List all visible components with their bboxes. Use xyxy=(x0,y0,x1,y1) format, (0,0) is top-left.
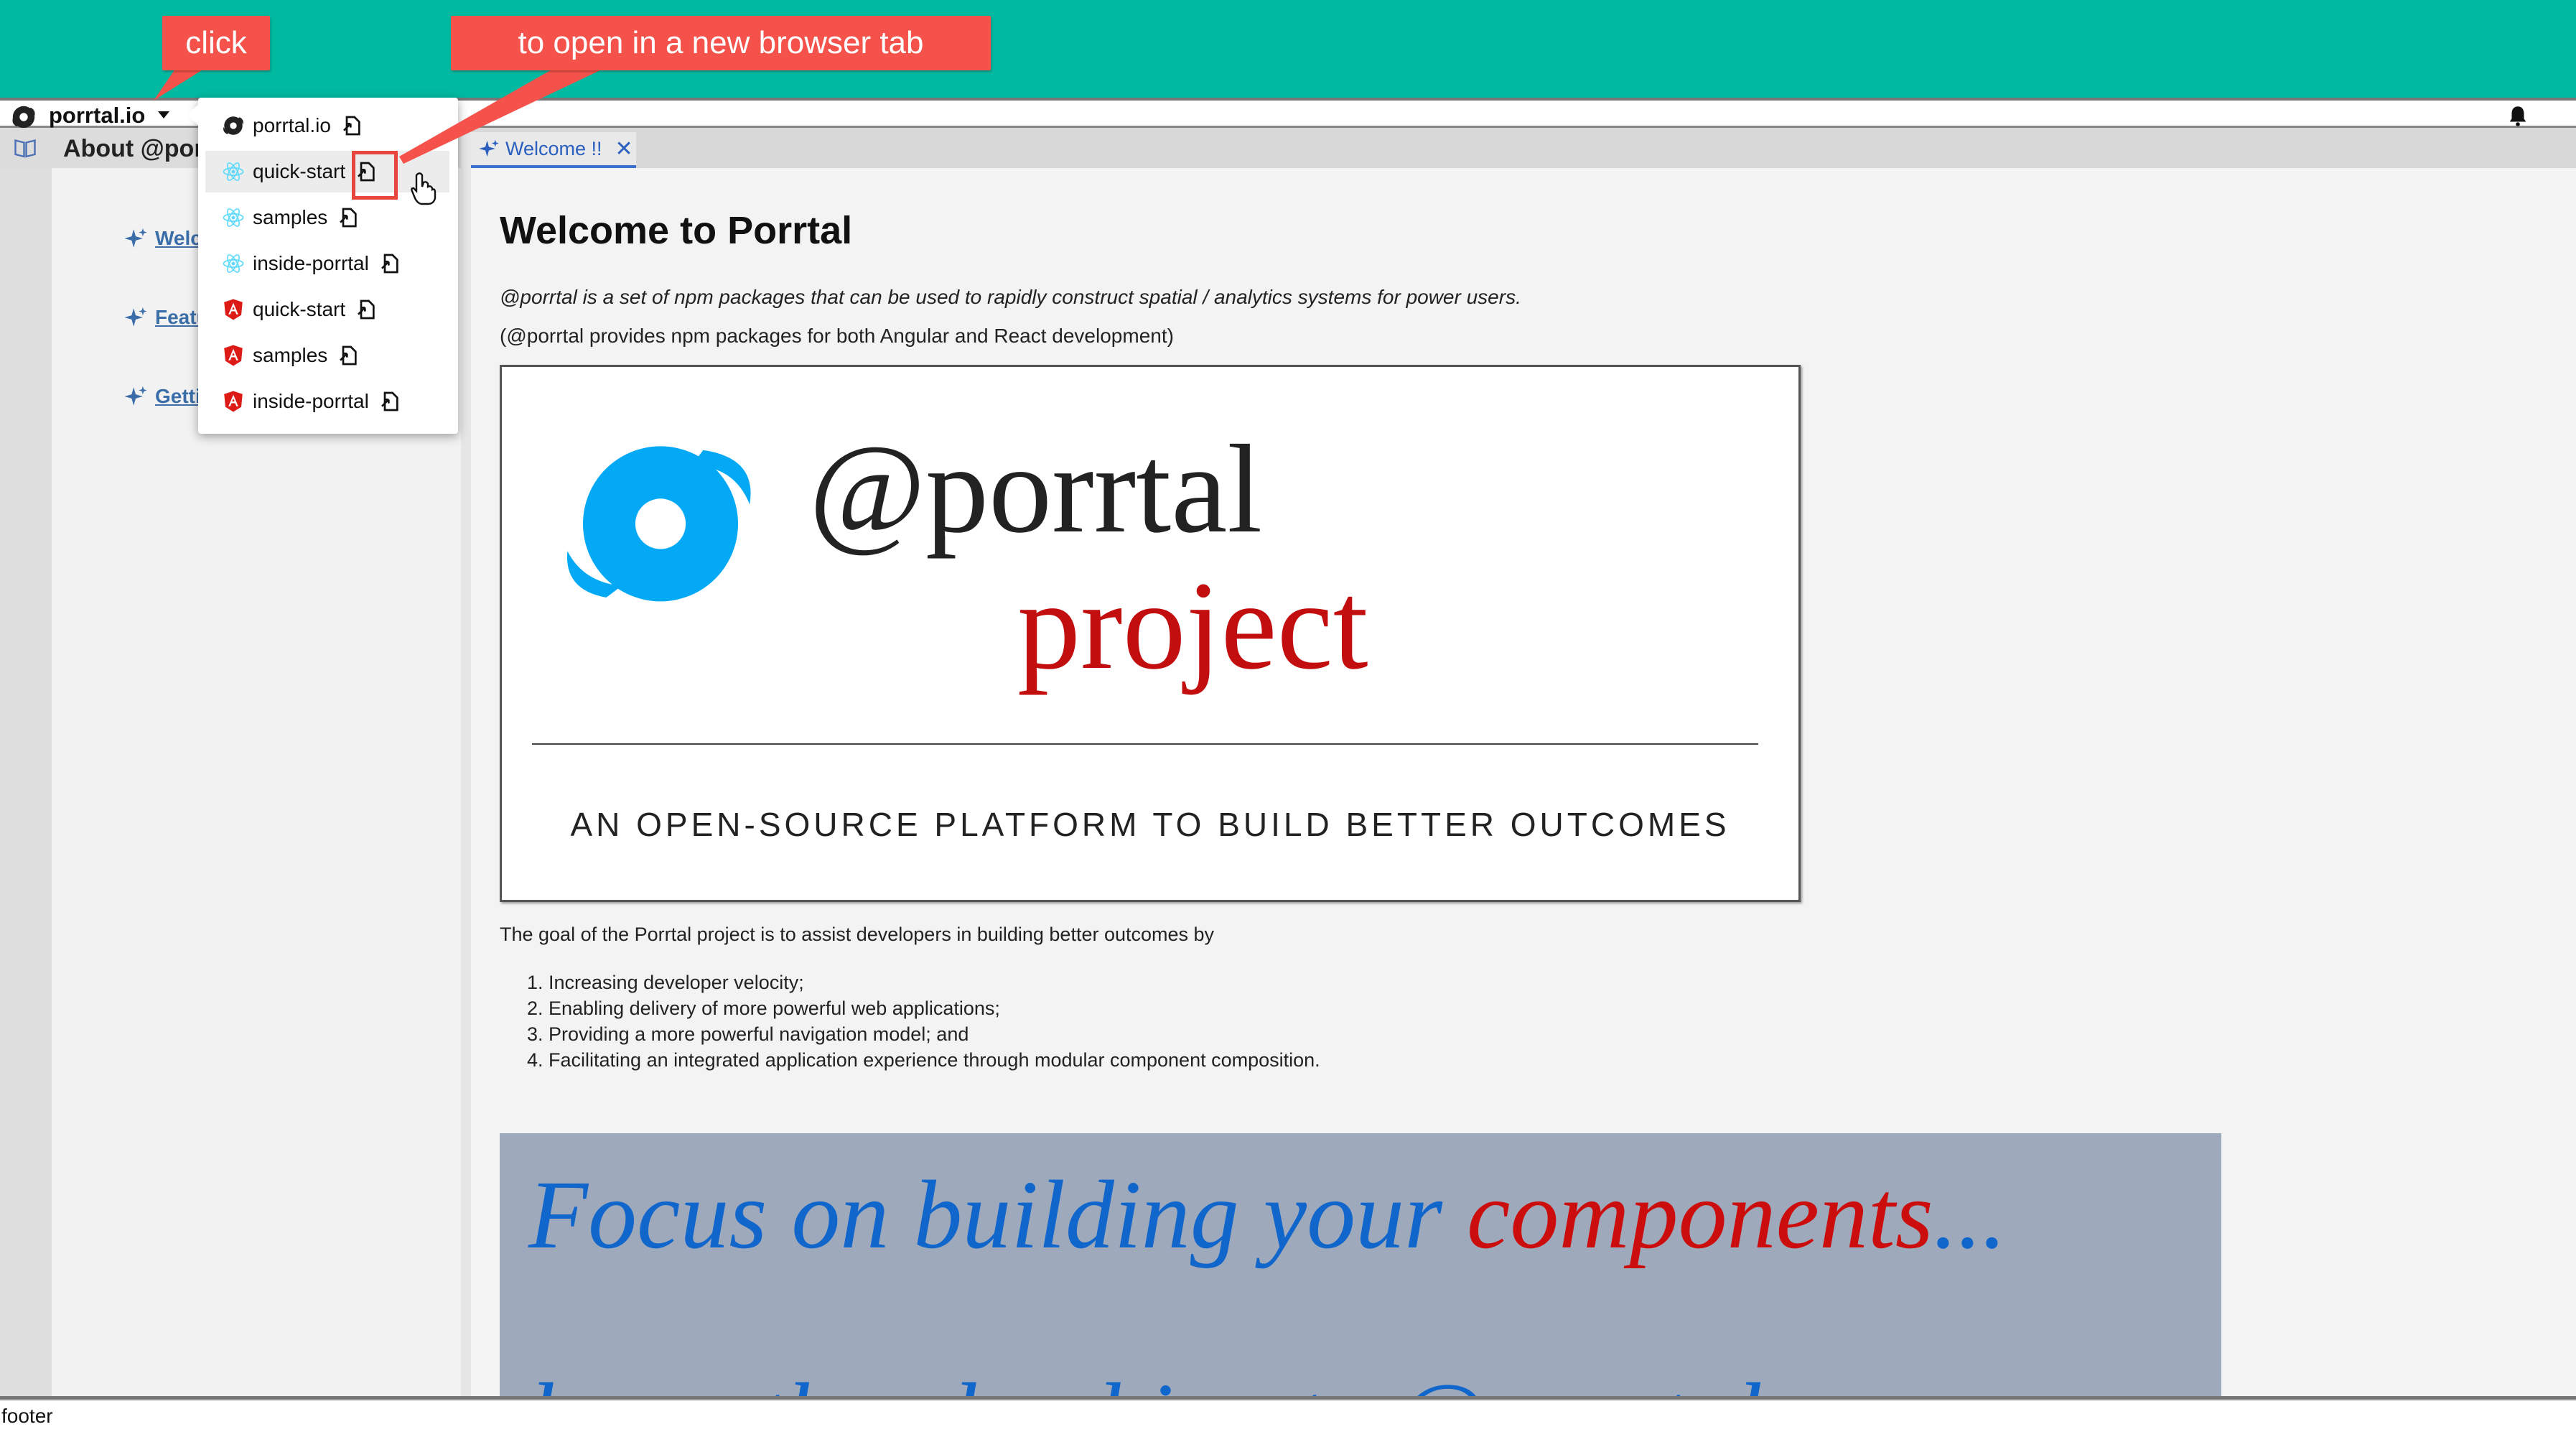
page-title: Welcome to Porrtal xyxy=(500,209,853,252)
sparkle-icon xyxy=(124,386,147,406)
menu-item-angular-samples[interactable]: samples xyxy=(205,335,449,376)
open-in-new-tab-icon[interactable] xyxy=(337,343,360,368)
react-icon xyxy=(223,208,244,227)
book-icon xyxy=(14,139,36,158)
list-item: 4. Facilitating an integrated applicatio… xyxy=(527,1049,1320,1071)
list-item: 1. Increasing developer velocity; xyxy=(527,972,804,993)
open-in-new-tab-icon[interactable] xyxy=(337,205,360,230)
porrtal-logo-icon xyxy=(566,446,751,602)
list-item: 2. Enabling delivery of more powerful we… xyxy=(527,998,1000,1019)
chevron-down-icon[interactable] xyxy=(158,111,169,118)
menu-item-label: samples xyxy=(253,206,328,228)
intro-text: @porrtal is a set of npm packages that c… xyxy=(500,286,1521,308)
porrtal-logo-icon xyxy=(223,116,243,135)
banner-tagline: AN OPEN-SOURCE PLATFORM TO BUILD BETTER … xyxy=(570,806,1730,843)
menu-item-label: quick-start xyxy=(253,298,346,320)
focus-banner: Focus on building your components... lea… xyxy=(500,1133,2221,1396)
open-in-new-tab-icon[interactable] xyxy=(355,297,378,322)
app-screen: porrtal.io About @por Welcome Features G… xyxy=(0,0,2576,1432)
intro-subtext: (@porrtal provides npm packages for both… xyxy=(500,325,1174,347)
brand-menu-button[interactable]: porrtal.io xyxy=(49,103,145,129)
project-banner: @porrtal project AN OPEN-SOURCE PLATFORM… xyxy=(500,365,1801,902)
angular-icon xyxy=(224,345,243,366)
open-in-new-tab-highlight xyxy=(352,151,398,200)
menu-item-label: inside-porrtal xyxy=(253,252,369,274)
browser-header-band xyxy=(0,0,2576,98)
splitter[interactable] xyxy=(461,128,471,1396)
close-icon[interactable]: ✕ xyxy=(615,136,633,162)
annotation-open-new-tab: to open in a new browser tab xyxy=(451,16,991,70)
sparkle-icon xyxy=(479,139,499,157)
focus-heading: Focus on building your components... xyxy=(528,1159,2007,1271)
banner-handle: @porrtal xyxy=(809,419,1263,559)
menu-item-porrtal-io[interactable]: porrtal.io xyxy=(205,105,449,147)
footer-label: footer xyxy=(1,1405,53,1427)
pointer-hand-icon xyxy=(411,172,437,205)
angular-icon xyxy=(224,391,243,412)
angular-icon xyxy=(224,299,243,320)
open-in-new-tab-icon[interactable] xyxy=(341,113,364,138)
goal-list: 1. Increasing developer velocity; 2. Ena… xyxy=(527,970,1320,1073)
menu-item-label: samples xyxy=(253,344,328,366)
goal-text: The goal of the Porrtal project is to as… xyxy=(500,924,1215,945)
list-item: 3. Providing a more powerful navigation … xyxy=(527,1023,969,1045)
annotation-click: click xyxy=(162,16,270,70)
bell-icon[interactable] xyxy=(2506,103,2530,128)
focus-subheading: leave the plumbing to @porrtal xyxy=(528,1362,1763,1396)
menu-item-label: quick-start xyxy=(253,160,346,182)
focus-ellipsis: ... xyxy=(1933,1161,2007,1269)
open-in-new-tab-icon[interactable] xyxy=(379,251,402,276)
brand-dropdown-menu: porrtal.io quick-start samples inside-po… xyxy=(187,98,458,434)
footer: footer xyxy=(0,1399,2576,1432)
left-rail xyxy=(0,168,52,1396)
tab-bar: Welcome !! ✕ xyxy=(471,128,2576,168)
porrtal-logo-icon[interactable] xyxy=(10,103,37,131)
menu-item-label: porrtal.io xyxy=(253,114,331,136)
sparkle-icon xyxy=(124,307,147,327)
open-in-new-tab-icon[interactable] xyxy=(379,389,402,414)
sidebar-title: About @por xyxy=(63,135,204,162)
divider xyxy=(532,743,1758,745)
tab-welcome[interactable]: Welcome !! ✕ xyxy=(471,132,636,168)
focus-text-red: components xyxy=(1467,1161,1933,1269)
menu-item-angular-quick-start[interactable]: quick-start xyxy=(205,289,449,330)
main-content: Welcome to Porrtal @porrtal is a set of … xyxy=(471,168,2576,1396)
tab-label: Welcome !! xyxy=(505,137,602,159)
react-icon xyxy=(223,162,244,181)
sparkle-icon xyxy=(124,228,147,248)
menu-item-angular-inside-porrtal[interactable]: inside-porrtal xyxy=(205,381,449,422)
react-icon xyxy=(223,254,244,273)
focus-text-blue: Focus on building your xyxy=(528,1161,1467,1269)
menu-item-react-inside-porrtal[interactable]: inside-porrtal xyxy=(205,243,449,284)
banner-word: project xyxy=(1017,556,1368,696)
menu-item-label: inside-porrtal xyxy=(253,390,369,412)
